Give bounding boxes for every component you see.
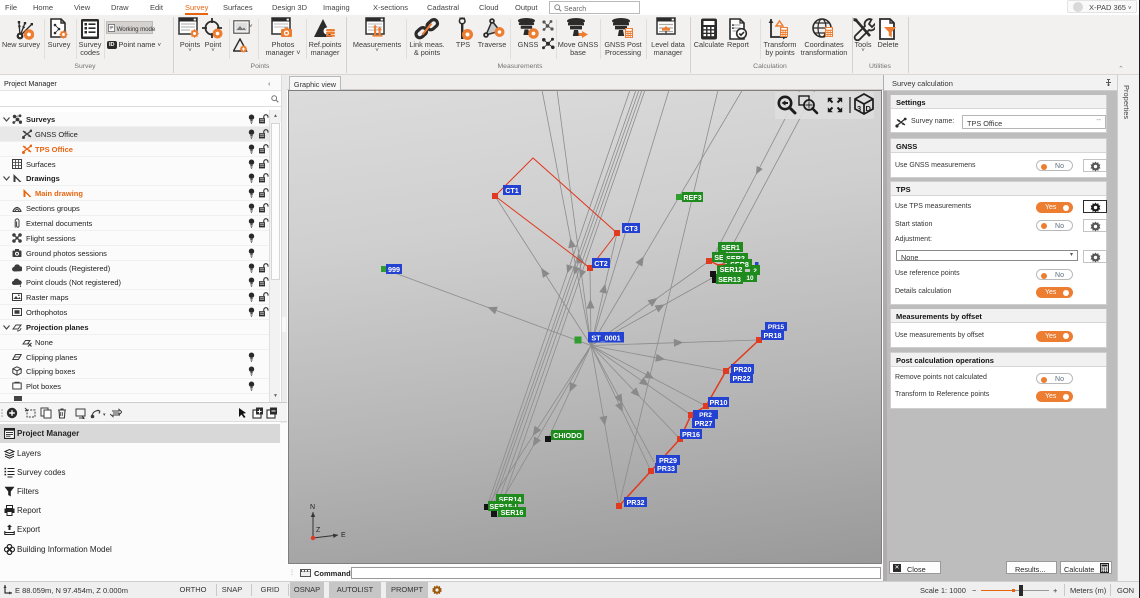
svg-text:SER16: SER16	[501, 508, 524, 517]
svg-text:CT1: CT1	[505, 186, 519, 195]
svg-text:N: N	[310, 504, 315, 511]
svg-text:PR15: PR15	[768, 324, 785, 331]
svg-text:CHIODO: CHIODO	[553, 431, 582, 440]
svg-text:SE: SE	[714, 253, 724, 262]
svg-text:PR33: PR33	[657, 464, 675, 473]
svg-text:REF3: REF3	[683, 193, 701, 202]
svg-text:PR18: PR18	[764, 331, 782, 340]
svg-text:SER12: SER12	[720, 265, 743, 274]
svg-text:E: E	[341, 532, 346, 539]
svg-text:D: D	[866, 104, 872, 113]
svg-text:PR20: PR20	[734, 365, 752, 374]
svg-text:PR10: PR10	[710, 398, 728, 407]
svg-text:999: 999	[388, 265, 400, 274]
svg-text:SER13: SER13	[718, 275, 741, 284]
svg-text:!: !	[19, 282, 21, 287]
svg-text:10: 10	[746, 275, 754, 282]
svg-text:PR27: PR27	[695, 419, 713, 428]
svg-text:CT3: CT3	[624, 224, 638, 233]
svg-text:3: 3	[857, 104, 861, 113]
svg-text:CT2: CT2	[594, 259, 608, 268]
svg-text:SER1: SER1	[721, 243, 740, 252]
svg-text:PR2: PR2	[699, 412, 712, 419]
svg-text:PR16: PR16	[682, 430, 700, 439]
svg-text:ST_0001: ST_0001	[591, 333, 620, 342]
svg-text:PR22: PR22	[733, 374, 751, 383]
svg-text:PR32: PR32	[627, 498, 645, 507]
svg-text:Z: Z	[316, 527, 321, 534]
